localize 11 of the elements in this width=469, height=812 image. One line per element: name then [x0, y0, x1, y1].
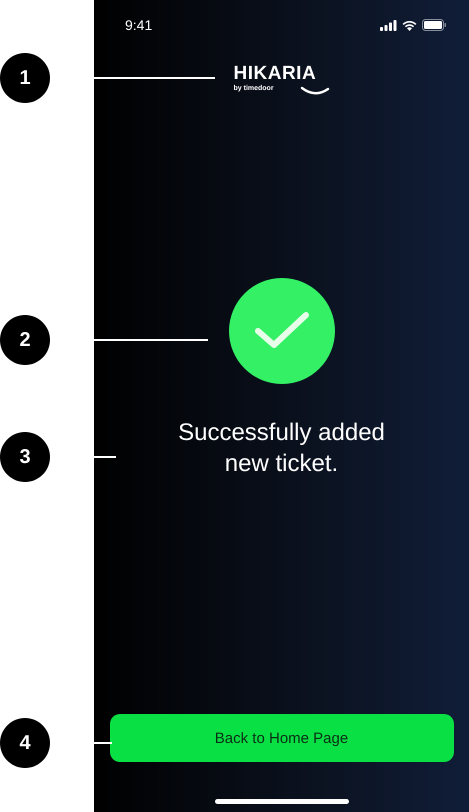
leader-line [94, 456, 116, 458]
wifi-icon [402, 20, 417, 30]
swoosh-icon [300, 86, 330, 96]
logo-name: HIKARIA [234, 64, 316, 84]
signal-icon [380, 20, 397, 30]
leader-line [94, 742, 112, 744]
success-message: Successfully added new ticket. [177, 418, 386, 479]
back-home-button[interactable]: Back to Home Page [110, 714, 454, 762]
battery-icon [422, 19, 447, 31]
status-time: 9:41 [125, 17, 152, 33]
check-icon [254, 311, 310, 351]
